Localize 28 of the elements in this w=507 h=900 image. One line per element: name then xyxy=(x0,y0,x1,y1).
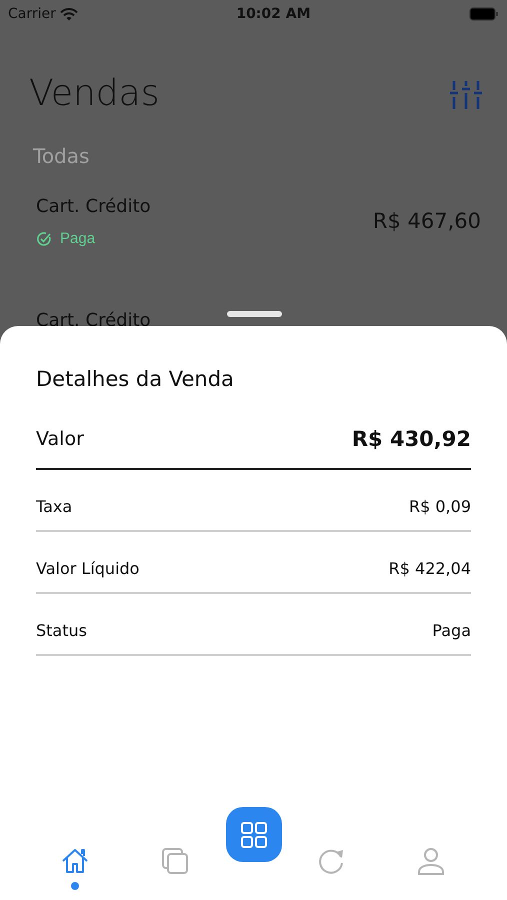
payment-method: Cart. Crédito xyxy=(36,195,151,220)
detail-label: Taxa xyxy=(36,496,72,518)
sale-amount: R$ 467,60 xyxy=(372,208,481,236)
filter-icon[interactable] xyxy=(449,78,483,109)
detail-value: Paga xyxy=(432,620,471,642)
filter-label: Todas xyxy=(33,143,90,170)
home-tab[interactable] xyxy=(60,846,90,890)
home-icon xyxy=(60,846,90,876)
wifi-icon xyxy=(60,8,78,20)
copies-icon xyxy=(160,846,190,876)
battery-icon xyxy=(468,7,499,21)
detail-label: Status xyxy=(36,620,87,642)
status-time: 10:02 AM xyxy=(236,4,311,24)
detail-value: R$ 422,04 xyxy=(388,558,471,580)
carrier-label: Carrier xyxy=(8,4,56,24)
payment-method: Cart. Crédito xyxy=(36,308,151,333)
check-circle-icon xyxy=(36,231,52,248)
page-title: Vendas xyxy=(29,72,160,116)
person-icon xyxy=(416,846,446,876)
detail-value: R$ 0,09 xyxy=(408,496,471,518)
grid-icon xyxy=(240,820,268,848)
detail-value: R$ 430,92 xyxy=(352,426,471,453)
detail-label: Valor Líquido xyxy=(36,558,140,580)
status-label: Paga xyxy=(60,229,96,250)
detail-label: Valor xyxy=(36,427,84,452)
sheet-handle xyxy=(227,311,282,317)
sheet-title: Detalhes da Venda xyxy=(36,366,235,393)
grid-button[interactable] xyxy=(226,807,282,862)
